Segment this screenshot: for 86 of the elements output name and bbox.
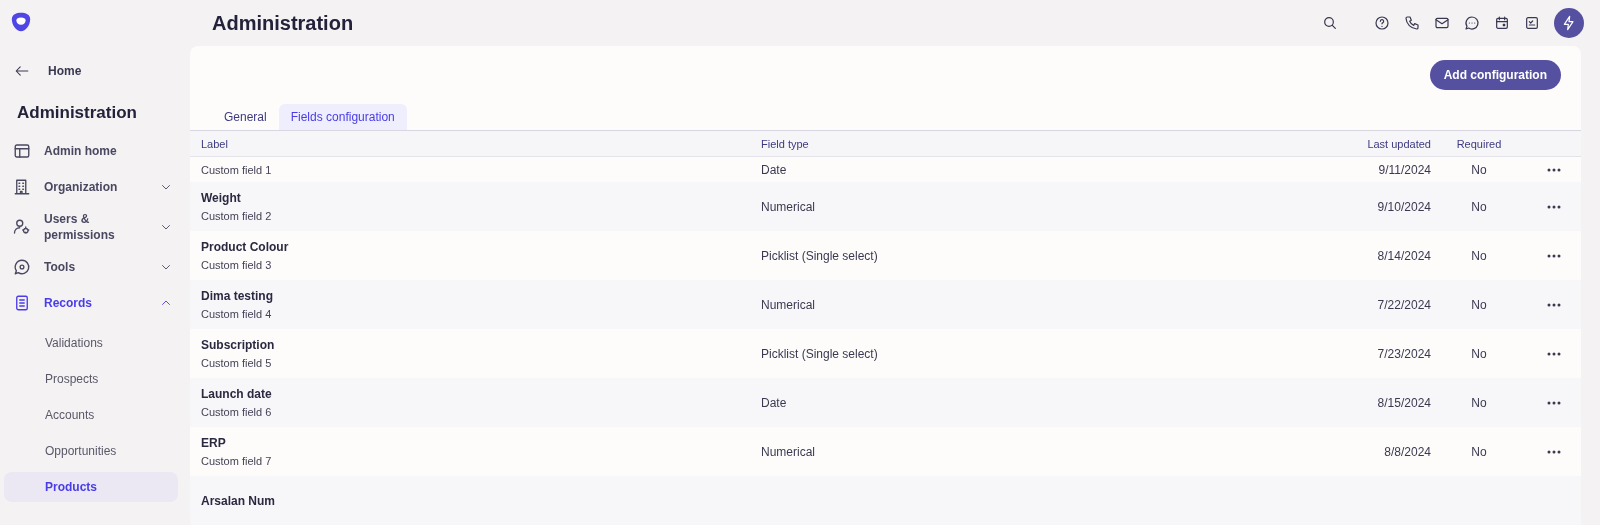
sidebar-heading: Administration [17, 103, 138, 123]
table-cell-text: No [1470, 395, 1488, 410]
back-link[interactable]: Home [14, 64, 82, 78]
table-cell-text: 8/8/2024 [1383, 444, 1431, 459]
table-cell-text: 7/22/2024 [1376, 297, 1431, 312]
more-icon[interactable] [1547, 351, 1561, 356]
table-row[interactable]: Weight Custom field 2 Numerical 9/10/2024 No [190, 182, 1581, 231]
table-cell-text: 9/11/2024 [1377, 162, 1431, 177]
search-icon[interactable] [1322, 15, 1338, 31]
field-id: Custom field 7 [201, 455, 273, 467]
sidebar-item[interactable]: Admin home [13, 133, 178, 169]
table-row[interactable]: Launch date Custom field 6 Date 8/15/2024 No [190, 378, 1581, 427]
table-row[interactable]: Product Colour Custom field 3 Picklist (Single select) 8/14/2024 No [190, 231, 1581, 280]
table-cell-text: No [1470, 444, 1488, 459]
sidebar-item[interactable]: Tools [13, 249, 178, 285]
field-name: Arsalan Num [201, 493, 277, 508]
table-cell-text: Numerical [761, 199, 816, 214]
building-icon [13, 178, 31, 196]
field-name: Subscription [201, 338, 276, 352]
back-arrow-icon [14, 64, 30, 78]
table-cell-text: 7/23/2024 [1376, 346, 1431, 361]
table-cell-text: No [1470, 248, 1488, 263]
checklist-icon[interactable] [1524, 15, 1540, 31]
more-icon[interactable] [1547, 302, 1561, 307]
field-id: Custom field 4 [201, 308, 273, 320]
layout-icon [13, 142, 31, 160]
phone-icon[interactable] [1404, 15, 1420, 31]
table-cell-text: 8/15/2024 [1376, 395, 1431, 410]
field-id: Custom field 2 [201, 210, 273, 222]
table-row[interactable]: Dima testing Custom field 4 Numerical 7/22/2024 No [190, 280, 1581, 329]
sidebar-item[interactable]: Records [13, 285, 178, 321]
logo-icon[interactable] [10, 10, 32, 34]
table-cell-text: Numerical [761, 444, 816, 459]
tab[interactable]: Fields configuration [278, 104, 407, 130]
document-icon [13, 294, 31, 312]
more-icon[interactable] [1547, 167, 1561, 172]
more-icon[interactable] [1547, 204, 1561, 209]
sidebar-subitem[interactable]: Products [4, 472, 178, 502]
help-icon[interactable] [1374, 15, 1390, 31]
field-id: Custom field 5 [201, 357, 273, 369]
lightning-button[interactable] [1554, 8, 1584, 38]
field-name: ERP [201, 436, 227, 450]
column-header[interactable]: Field type [761, 137, 1285, 150]
sidebar-item[interactable]: Organization [13, 169, 178, 205]
field-name: Product Colour [201, 240, 290, 254]
sidebar-subitem[interactable]: Opportunities [4, 436, 178, 466]
field-name: Weight [201, 191, 242, 205]
table-cell-text: Numerical [761, 297, 816, 312]
table-row[interactable]: Subscription Custom field 5 Picklist (Single select) 7/23/2024 No [190, 329, 1581, 378]
table-cell-text: Picklist (Single select) [761, 248, 879, 263]
field-id: Custom field 1 [201, 163, 273, 176]
calendar-icon[interactable] [1494, 15, 1510, 31]
mail-icon[interactable] [1434, 15, 1450, 31]
more-icon[interactable] [1547, 400, 1561, 405]
user-gear-icon [13, 218, 31, 236]
sidebar-subitem[interactable]: Prospects [4, 364, 178, 394]
sidebar-subitem[interactable]: Validations [4, 328, 178, 358]
field-id: Custom field 6 [201, 406, 273, 418]
table-cell-text: No [1470, 297, 1488, 312]
field-id: Custom field 3 [201, 259, 273, 271]
tab[interactable]: General [212, 104, 279, 130]
sidebar-subitem[interactable]: Accounts [4, 400, 178, 430]
column-header[interactable]: Label [201, 137, 761, 150]
table-row[interactable]: Arsalan Num [190, 476, 1581, 525]
more-icon[interactable] [1547, 449, 1561, 454]
table-cell-text: 8/14/2024 [1376, 248, 1431, 263]
column-header[interactable]: Last updated [1285, 137, 1431, 150]
table-cell-text: 9/10/2024 [1376, 199, 1431, 214]
sidebar-item[interactable]: Users & permissions [13, 205, 178, 249]
lightning-icon [1561, 15, 1577, 31]
more-icon[interactable] [1547, 253, 1561, 258]
add-configuration-button[interactable]: Add configuration [1429, 60, 1561, 90]
table-row[interactable]: Custom field 1 Date 9/11/2024 No [190, 157, 1581, 182]
table-row[interactable]: ERP Custom field 7 Numerical 8/8/2024 No [190, 427, 1581, 476]
chat-gear-icon [13, 258, 31, 276]
table-cell-text: No [1470, 162, 1488, 177]
page-title: Administration [212, 11, 355, 35]
table-cell-text: No [1470, 346, 1488, 361]
field-name: Dima testing [201, 289, 274, 303]
column-header[interactable]: Required [1431, 137, 1527, 150]
table-cell-text: No [1470, 199, 1488, 214]
field-name: Launch date [201, 387, 273, 401]
chat-icon[interactable] [1464, 15, 1480, 31]
table-cell-text: Picklist (Single select) [761, 346, 879, 361]
table-cell-text: Date [761, 162, 788, 177]
table-cell-text: Date [761, 395, 788, 410]
